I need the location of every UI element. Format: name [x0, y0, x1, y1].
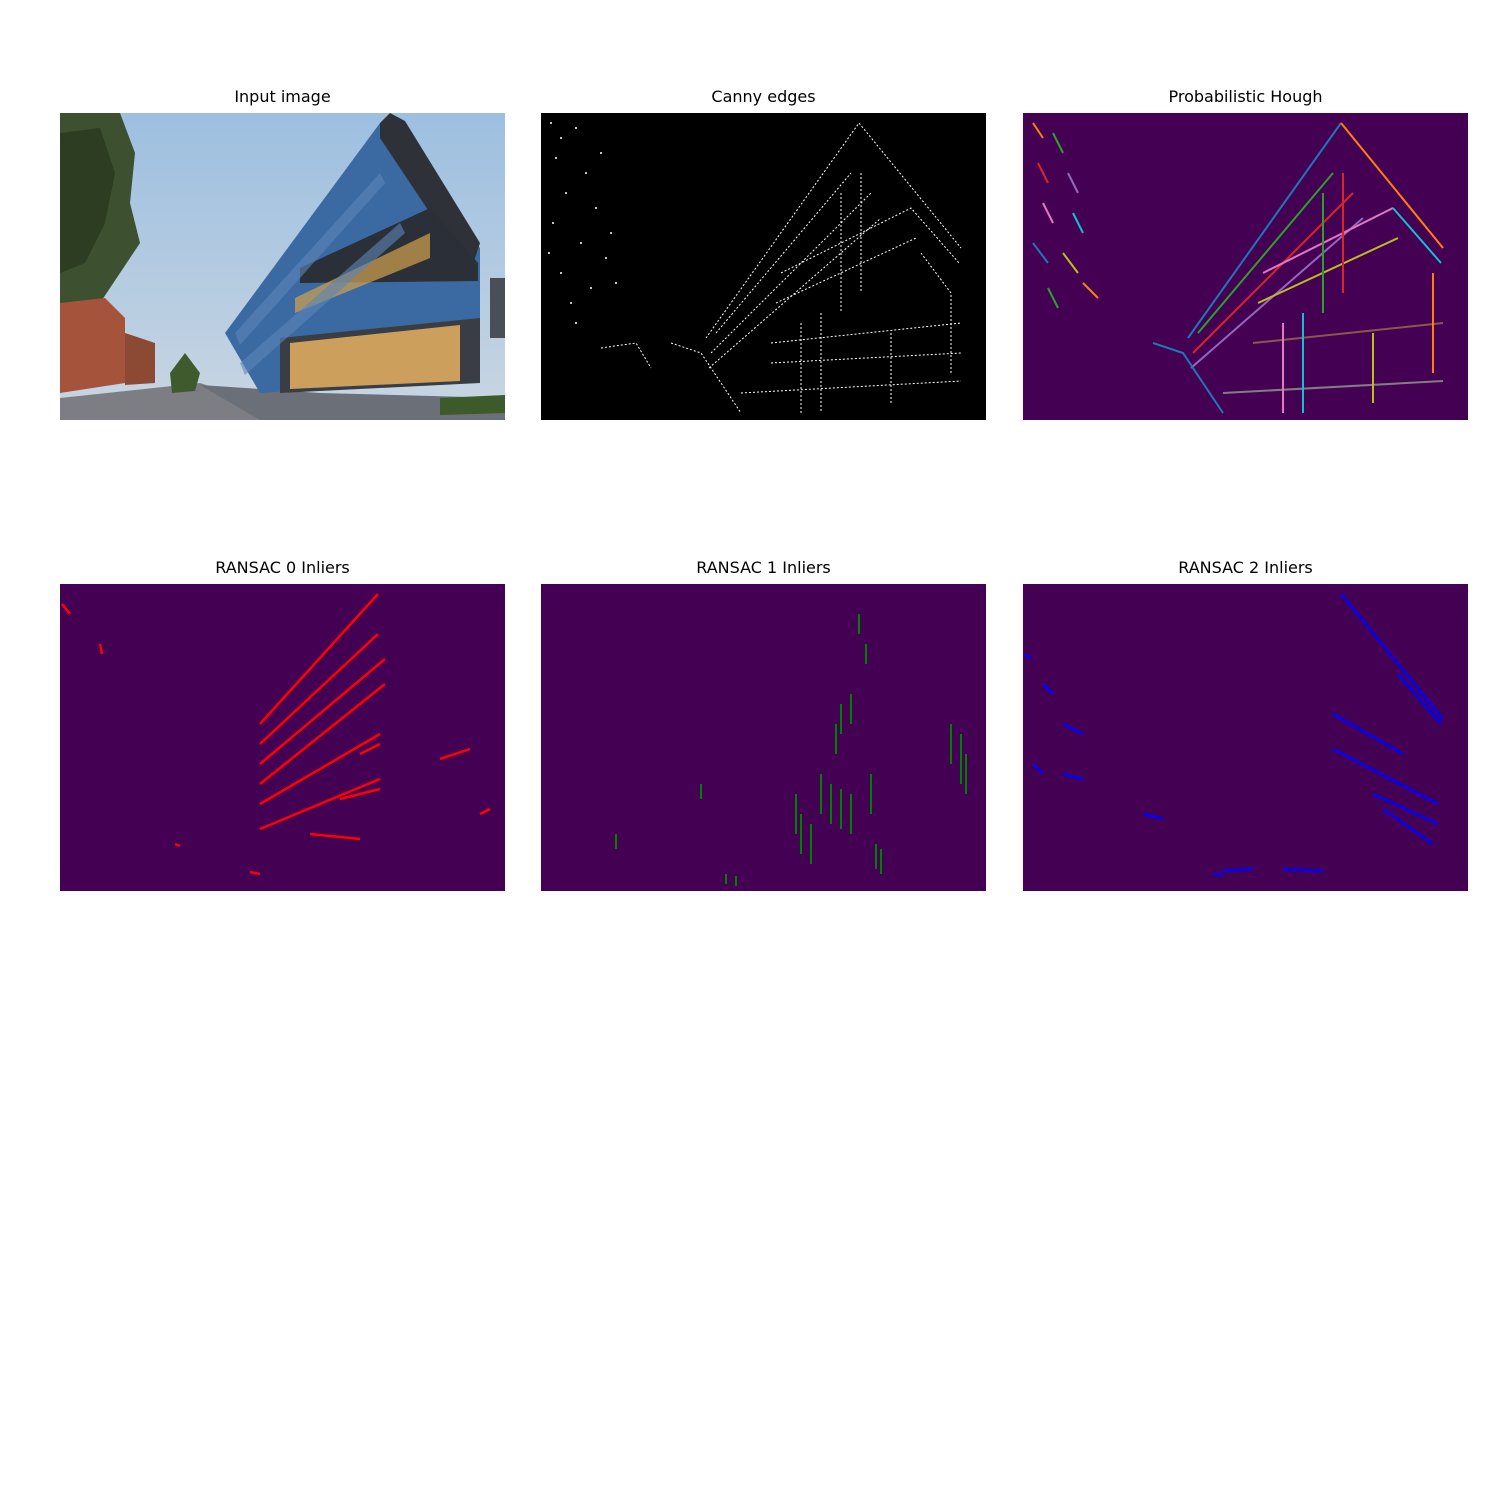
hough-svg — [1023, 113, 1468, 420]
canny-edge-map — [541, 113, 986, 420]
hough-lines-map — [1023, 113, 1468, 420]
panel-title: Input image — [234, 87, 331, 106]
ransac-1-svg — [541, 584, 986, 891]
canny-svg — [541, 113, 986, 420]
ransac-2-map — [1023, 584, 1468, 891]
input-image — [60, 113, 505, 420]
ransac-2-svg — [1023, 584, 1468, 891]
ransac-0-map — [60, 584, 505, 891]
panel-title: Canny edges — [711, 87, 816, 106]
photo-illustration — [60, 113, 505, 420]
panel-title: RANSAC 0 Inliers — [215, 558, 350, 577]
panel-title: RANSAC 2 Inliers — [1178, 558, 1313, 577]
panel-title: Probabilistic Hough — [1168, 87, 1323, 106]
ransac-1-map — [541, 584, 986, 891]
ransac-0-svg — [60, 584, 505, 891]
panel-title: RANSAC 1 Inliers — [696, 558, 831, 577]
